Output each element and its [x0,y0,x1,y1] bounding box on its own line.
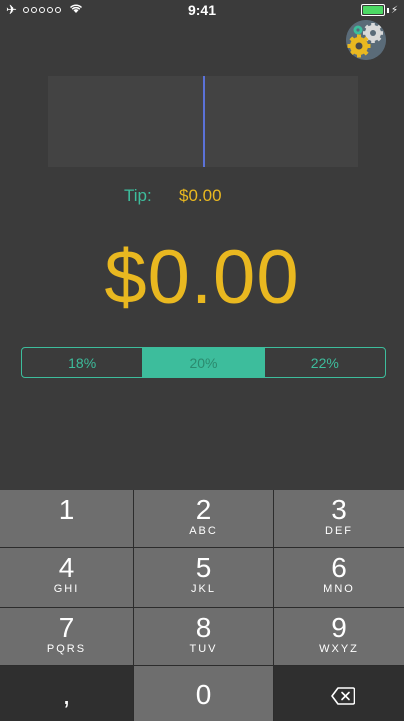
key-8[interactable]: 8 TUV [134,608,273,665]
text-cursor [203,76,205,167]
key-4[interactable]: 4 GHI [0,548,133,607]
tip-option-20[interactable]: 20% [143,348,265,377]
key-6[interactable]: 6 MNO [274,548,404,607]
key-digit: 1 [58,494,75,525]
tip-label: Tip: [124,186,152,205]
status-time: 9:41 [187,2,217,18]
key-letters: TUV [189,643,218,655]
numeric-keypad: 1 2 ABC 3 DEF 4 GHI 5 JKL 6 MNO 7 PQRS 8… [0,490,404,721]
key-3[interactable]: 3 DEF [274,490,404,547]
key-digit: 5 [195,552,212,583]
key-7[interactable]: 7 PQRS [0,608,133,665]
key-digit: 4 [58,552,75,583]
total-amount: $0.00 [104,235,300,320]
backspace-icon [331,687,355,705]
tip-option-22[interactable]: 22% [265,348,385,377]
delete-key[interactable] [274,666,404,721]
key-digit: 6 [331,552,347,583]
key-2[interactable]: 2 ABC [134,490,273,547]
key-letters: DEF [325,525,353,537]
key-comma[interactable]: , [0,666,133,721]
key-digit: , [62,679,71,710]
charging-icon: ⚡ [390,4,398,16]
gears-icon [346,20,386,60]
key-digit: 9 [331,612,347,643]
key-9[interactable]: 9 WXYZ [274,608,404,665]
bill-amount-input[interactable] [48,76,358,167]
status-bar: ✈ 9:41 ⚡ [0,0,404,20]
key-letters: ABC [189,525,218,537]
battery-icon: ⚡ [360,4,398,16]
tip-value: $0.00 [179,186,222,205]
key-1[interactable]: 1 [0,490,133,547]
tip-percentage-selector: 18% 20% 22% [21,347,386,378]
key-0[interactable]: 0 [134,666,273,721]
key-digit: 3 [331,494,347,525]
key-letters: WXYZ [319,643,359,655]
key-5[interactable]: 5 JKL [134,548,273,607]
tip-option-18[interactable]: 18% [22,348,144,377]
key-letters: JKL [191,583,216,595]
key-letters: PQRS [46,643,87,655]
key-digit: 0 [195,679,212,710]
key-digit: 2 [195,494,212,525]
tip-calculator-screen: ✈ 9:41 ⚡ Tip: $0.00 $0.00 18% 20% 22% 1 … [0,0,404,721]
key-letters: MNO [323,583,355,595]
key-digit: 8 [195,612,212,643]
key-digit: 7 [58,612,75,643]
key-letters: GHI [53,583,80,595]
settings-button[interactable] [346,20,386,60]
